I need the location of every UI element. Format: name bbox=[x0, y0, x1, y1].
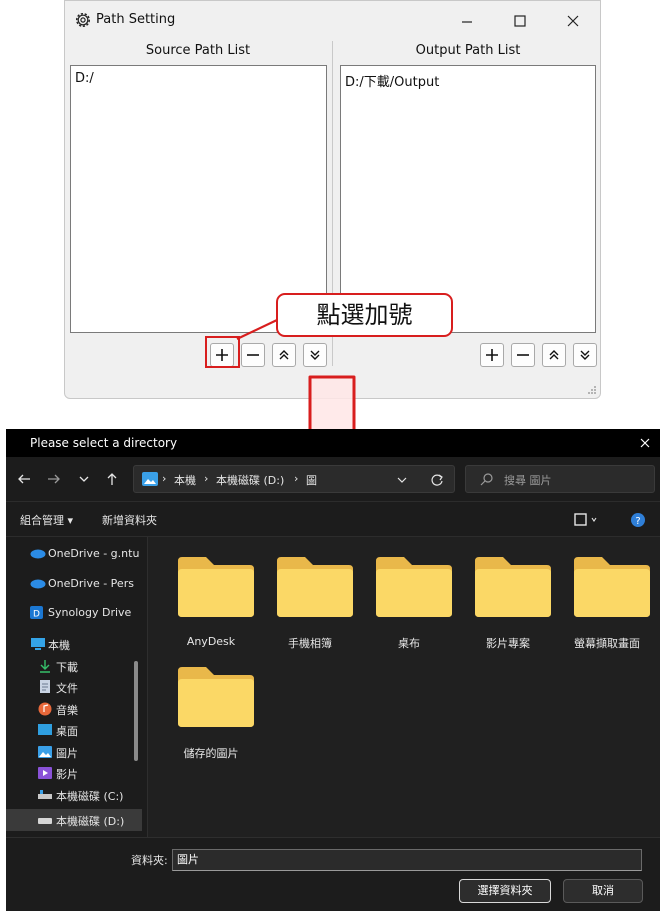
cancel-button[interactable]: 取消 bbox=[563, 879, 643, 903]
chevron-down-icon[interactable] bbox=[396, 474, 408, 486]
search-box[interactable]: 搜尋 圖片 bbox=[465, 465, 655, 493]
nav-item-label: 文件 bbox=[56, 682, 78, 695]
synology-icon: D bbox=[30, 606, 43, 620]
back-arrow-icon[interactable] bbox=[16, 471, 32, 487]
nav-item-label: 本機磁碟 (D:) bbox=[56, 815, 125, 828]
nav-item-onedrive-g[interactable]: OneDrive - g.ntu bbox=[6, 543, 142, 565]
forward-arrow-icon[interactable] bbox=[46, 471, 62, 487]
callout-leader-line bbox=[236, 319, 278, 340]
highlight-box bbox=[205, 336, 240, 368]
folder-view: AnyDesk 手機相簿 桌布 影片專案 螢幕擷取畫面 儲存的圖片 bbox=[148, 537, 660, 837]
refresh-icon[interactable] bbox=[430, 473, 444, 487]
nav-item-label: 影片 bbox=[56, 768, 78, 781]
navigation-bar: › 本機 › 本機磁碟 (D:) › 圖 搜尋 圖片 bbox=[6, 457, 660, 501]
nav-scrollbar[interactable] bbox=[134, 661, 138, 761]
nav-item-label: OneDrive - g.ntu bbox=[48, 547, 140, 560]
breadcrumb-item[interactable]: 圖 bbox=[306, 472, 317, 488]
videos-icon bbox=[38, 767, 52, 779]
computer-icon bbox=[31, 638, 45, 650]
nav-item-this-pc[interactable]: 本機 bbox=[6, 633, 142, 655]
folder-icon bbox=[475, 557, 551, 617]
nav-item-drive-d[interactable]: 本機磁碟 (D:) bbox=[6, 809, 142, 831]
folder-item[interactable]: 儲存的圖片 bbox=[166, 657, 256, 760]
folder-icon bbox=[376, 557, 452, 617]
nav-item-label: 音樂 bbox=[56, 704, 78, 717]
navigation-pane: OneDrive - g.ntu OneDrive - Pers D Synol… bbox=[6, 537, 148, 837]
breadcrumb-separator: › bbox=[204, 472, 209, 485]
folder-name: 影片專案 bbox=[486, 637, 530, 650]
organize-menu[interactable]: 組合管理 ▾ bbox=[20, 512, 73, 528]
select-directory-dialog: Please select a directory › 本機 › 本機磁碟 (D… bbox=[6, 429, 660, 911]
nav-item-onedrive-personal[interactable]: OneDrive - Pers bbox=[6, 573, 142, 595]
folder-name: 儲存的圖片 bbox=[183, 747, 239, 760]
up-arrow-icon[interactable] bbox=[104, 471, 120, 487]
breadcrumb-separator: › bbox=[294, 472, 299, 485]
breadcrumb-item[interactable]: 本機 bbox=[174, 472, 196, 488]
folder-name: 手機相簿 bbox=[288, 637, 332, 650]
callout-label: 點選加號 bbox=[276, 293, 453, 337]
document-icon bbox=[40, 680, 50, 693]
dialog-footer: 資料夾: 圖片 選擇資料夾 取消 bbox=[6, 837, 660, 911]
nav-item-pictures[interactable]: 圖片 bbox=[6, 741, 142, 763]
dialog-title-bar: Please select a directory bbox=[6, 429, 660, 457]
desktop-icon bbox=[38, 724, 52, 735]
cloud-icon bbox=[30, 549, 46, 559]
nav-item-label: Synology Drive bbox=[48, 606, 132, 619]
nav-item-label: 下載 bbox=[56, 661, 78, 674]
breadcrumb-item[interactable]: 本機磁碟 (D:) bbox=[216, 472, 284, 488]
folder-name: AnyDesk bbox=[186, 635, 236, 648]
svg-text:D: D bbox=[33, 610, 40, 620]
search-placeholder: 搜尋 圖片 bbox=[504, 474, 552, 487]
folder-item[interactable]: AnyDesk bbox=[166, 547, 256, 648]
nav-item-videos[interactable]: 影片 bbox=[6, 762, 142, 784]
pictures-icon bbox=[38, 746, 52, 758]
command-bar: 組合管理 ▾ 新增資料夾 ? bbox=[6, 501, 660, 537]
folder-icon bbox=[277, 557, 353, 617]
nav-item-documents[interactable]: 文件 bbox=[6, 676, 142, 698]
search-icon bbox=[480, 473, 493, 486]
address-bar[interactable]: › 本機 › 本機磁碟 (D:) › 圖 bbox=[133, 465, 455, 493]
breadcrumb-separator: › bbox=[162, 472, 167, 485]
help-icon[interactable]: ? bbox=[630, 512, 646, 528]
music-icon bbox=[38, 702, 52, 716]
dialog-title: Please select a directory bbox=[30, 436, 178, 450]
folder-item[interactable]: 螢幕擷取畫面 bbox=[562, 547, 652, 650]
nav-item-synology-drive[interactable]: D Synology Drive bbox=[6, 602, 142, 624]
folder-name: 螢幕擷取畫面 bbox=[574, 637, 640, 650]
folder-item[interactable]: 手機相簿 bbox=[265, 547, 355, 650]
nav-item-music[interactable]: 音樂 bbox=[6, 698, 142, 720]
view-mode-icon[interactable] bbox=[574, 513, 598, 527]
folder-item[interactable]: 影片專案 bbox=[463, 547, 553, 650]
folder-icon bbox=[178, 667, 254, 727]
folder-name: 桌布 bbox=[398, 637, 420, 650]
pictures-icon bbox=[142, 472, 158, 486]
svg-text:?: ? bbox=[635, 516, 640, 527]
folder-icon bbox=[178, 557, 254, 617]
select-folder-button[interactable]: 選擇資料夾 bbox=[459, 879, 551, 903]
folder-icon bbox=[574, 557, 650, 617]
nav-item-label: OneDrive - Pers bbox=[48, 577, 134, 590]
close-icon[interactable] bbox=[638, 436, 652, 450]
drive-icon bbox=[38, 818, 52, 824]
folder-field-label: 資料夾: bbox=[131, 854, 168, 867]
nav-item-downloads[interactable]: 下載 bbox=[6, 655, 142, 677]
drive-icon bbox=[38, 790, 52, 799]
folder-name-input[interactable]: 圖片 bbox=[172, 849, 642, 871]
chevron-down-icon[interactable] bbox=[76, 471, 92, 487]
cloud-icon bbox=[30, 579, 46, 589]
nav-item-label: 桌面 bbox=[56, 725, 78, 738]
download-icon bbox=[40, 660, 50, 673]
folder-item[interactable]: 桌布 bbox=[364, 547, 454, 650]
nav-item-drive-c[interactable]: 本機磁碟 (C:) bbox=[6, 784, 142, 806]
nav-item-label: 本機 bbox=[48, 639, 70, 652]
nav-item-desktop[interactable]: 桌面 bbox=[6, 719, 142, 741]
nav-item-label: 圖片 bbox=[56, 747, 78, 760]
new-folder-button[interactable]: 新增資料夾 bbox=[102, 512, 157, 528]
nav-item-label: 本機磁碟 (C:) bbox=[56, 790, 124, 803]
